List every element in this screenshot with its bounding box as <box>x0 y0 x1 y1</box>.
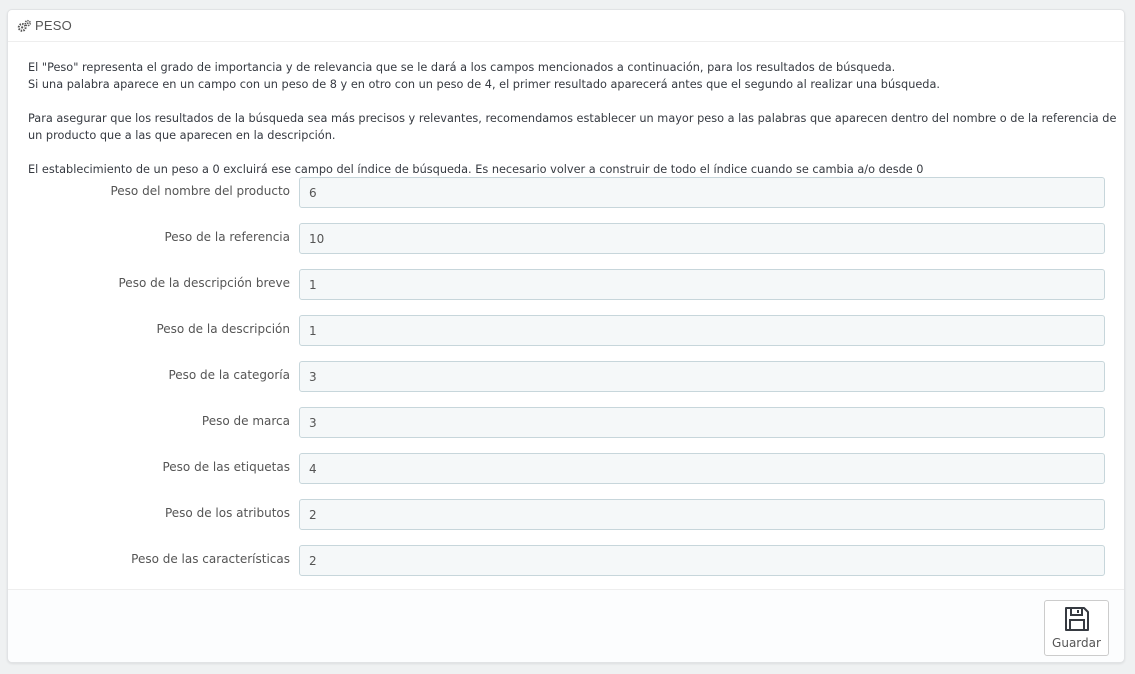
attributes-weight-input[interactable] <box>299 499 1105 530</box>
floppy-disk-icon <box>1064 607 1089 631</box>
field-label-tags: Peso de las etiquetas <box>162 460 290 474</box>
field-row-features: Peso de las características <box>8 545 1126 576</box>
save-button-label: Guardar <box>1052 636 1101 650</box>
features-weight-input[interactable] <box>299 545 1105 576</box>
field-label-short-description: Peso de la descripción breve <box>118 276 291 290</box>
description-line-4: El establecimiento de un peso a 0 exclui… <box>28 163 924 176</box>
field-row-tags: Peso de las etiquetas <box>8 453 1126 484</box>
field-label-attributes: Peso de los atributos <box>164 506 290 520</box>
product-name-weight-input[interactable] <box>299 177 1105 208</box>
panel-title: PESO <box>35 18 72 33</box>
field-label-brand: Peso de marca <box>201 414 290 428</box>
brand-weight-input[interactable] <box>299 407 1105 438</box>
panel-heading: PESO <box>8 10 1124 42</box>
field-label-reference: Peso de la referencia <box>164 230 290 244</box>
tags-weight-input[interactable] <box>299 453 1105 484</box>
field-row-attributes: Peso de los atributos <box>8 499 1126 530</box>
reference-weight-input[interactable] <box>299 223 1105 254</box>
description-line-3: Para asegurar que los resultados de la b… <box>28 112 1117 142</box>
save-button[interactable]: Guardar <box>1044 600 1109 656</box>
field-row-reference: Peso de la referencia <box>8 223 1126 254</box>
gears-icon <box>17 19 32 32</box>
description-line-2: Si una palabra aparece en un campo con u… <box>28 78 940 91</box>
field-row-short-description: Peso de la descripción breve <box>8 269 1126 300</box>
description-text: El "Peso" representa el grado de importa… <box>28 59 1118 178</box>
field-label-category: Peso de la categoría <box>168 368 290 382</box>
panel-footer: Guardar <box>8 589 1124 662</box>
field-row-description: Peso de la descripción <box>8 315 1126 346</box>
field-row-product-name: Peso del nombre del producto <box>8 177 1126 208</box>
description-line-1: El "Peso" representa el grado de importa… <box>28 61 896 74</box>
field-label-features: Peso de las características <box>131 552 290 566</box>
description-weight-input[interactable] <box>299 315 1105 346</box>
weight-panel: PESO El "Peso" representa el grado de im… <box>7 9 1125 663</box>
field-label-product-name: Peso del nombre del producto <box>110 184 290 198</box>
field-row-category: Peso de la categoría <box>8 361 1126 392</box>
field-label-description: Peso de la descripción <box>156 322 290 336</box>
category-weight-input[interactable] <box>299 361 1105 392</box>
short-description-weight-input[interactable] <box>299 269 1105 300</box>
field-row-brand: Peso de marca <box>8 407 1126 438</box>
